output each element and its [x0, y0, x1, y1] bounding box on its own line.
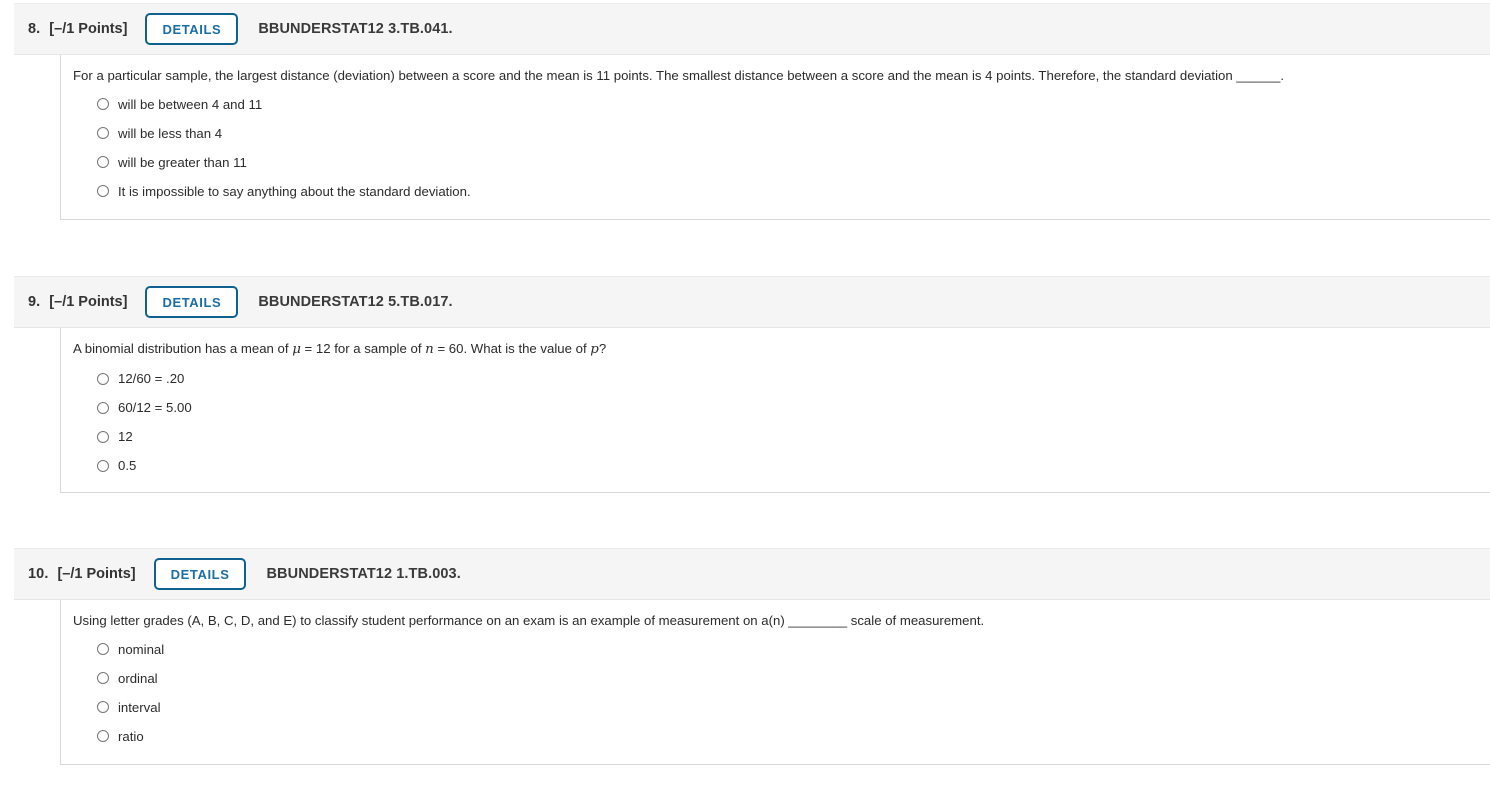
question-code: BBUNDERSTAT12 1.TB.003. [266, 566, 461, 582]
question-points: [–/1 Points] [57, 566, 136, 582]
option-label[interactable]: ordinal [118, 671, 158, 686]
answer-options: nominal ordinal interval ratio [73, 635, 1490, 751]
option-label[interactable]: 12 [118, 429, 133, 444]
assignment-page: 8. [–/1 Points] DETAILS BBUNDERSTAT12 3.… [0, 0, 1490, 791]
option-row[interactable]: interval [73, 693, 1490, 722]
radio-button[interactable] [97, 643, 109, 656]
prompt-segment: scale of measurement. [847, 613, 985, 628]
prompt-segment: = 60. What is the value of [433, 341, 591, 356]
prompt-segment: . [1280, 68, 1285, 83]
option-row[interactable]: It is impossible to say anything about t… [73, 177, 1490, 206]
option-label[interactable]: will be less than 4 [118, 126, 222, 141]
radio-button[interactable] [97, 401, 109, 414]
option-row[interactable]: will be between 4 and 11 [73, 90, 1490, 119]
radio-button[interactable] [97, 430, 109, 443]
radio-button[interactable] [97, 701, 109, 714]
option-label[interactable]: ratio [118, 729, 144, 744]
option-row[interactable]: ordinal [73, 664, 1490, 693]
question-prompt: For a particular sample, the largest dis… [73, 67, 1490, 85]
prompt-blank: ______ [1236, 68, 1281, 83]
option-label[interactable]: will be greater than 11 [118, 155, 247, 170]
question-body: A binomial distribution has a mean of μ … [60, 328, 1490, 493]
prompt-blank: ________ [788, 613, 848, 628]
option-label[interactable]: 0.5 [118, 458, 136, 473]
question-body: For a particular sample, the largest dis… [60, 55, 1490, 220]
prompt-segment: Using letter grades (A, B, C, D, and E) … [73, 613, 789, 628]
radio-button[interactable] [97, 98, 109, 111]
option-label[interactable]: interval [118, 700, 161, 715]
prompt-segment: For a particular sample, the largest dis… [73, 68, 1237, 83]
details-button[interactable]: DETAILS [145, 13, 239, 45]
question-block: 10. [–/1 Points] DETAILS BBUNDERSTAT12 1… [0, 548, 1490, 765]
option-label[interactable]: It is impossible to say anything about t… [118, 184, 471, 199]
prompt-segment: ? [598, 341, 607, 356]
option-row[interactable]: 12 [73, 422, 1490, 451]
option-row[interactable]: will be less than 4 [73, 119, 1490, 148]
details-button[interactable]: DETAILS [145, 286, 239, 318]
question-prompt: A binomial distribution has a mean of μ … [73, 340, 1490, 359]
question-points: [–/1 Points] [49, 294, 128, 310]
radio-button[interactable] [97, 672, 109, 685]
option-label[interactable]: 12/60 = .20 [118, 371, 184, 386]
radio-button[interactable] [97, 156, 109, 169]
option-row[interactable]: 12/60 = .20 [73, 364, 1490, 393]
option-label[interactable]: 60/12 = 5.00 [118, 400, 192, 415]
question-code: BBUNDERSTAT12 3.TB.041. [258, 21, 453, 37]
prompt-segment: = 12 for a sample of [300, 341, 426, 356]
option-row[interactable]: 0.5 [73, 451, 1490, 480]
option-row[interactable]: 60/12 = 5.00 [73, 393, 1490, 422]
radio-button[interactable] [97, 185, 109, 198]
question-number: 8. [28, 21, 41, 37]
answer-options: will be between 4 and 11 will be less th… [73, 90, 1490, 206]
radio-button[interactable] [97, 372, 109, 385]
question-points: [–/1 Points] [49, 21, 128, 37]
question-body: Using letter grades (A, B, C, D, and E) … [60, 600, 1490, 765]
option-row[interactable]: nominal [73, 635, 1490, 664]
math-symbol-n: n [425, 342, 434, 357]
question-number: 10. [28, 566, 49, 582]
radio-button[interactable] [97, 127, 109, 140]
option-label[interactable]: will be between 4 and 11 [118, 97, 262, 112]
answer-options: 12/60 = .20 60/12 = 5.00 12 0.5 [73, 364, 1490, 480]
question-prompt: Using letter grades (A, B, C, D, and E) … [73, 612, 1490, 630]
math-symbol-mu: μ [292, 342, 301, 357]
question-block: 9. [–/1 Points] DETAILS BBUNDERSTAT12 5.… [0, 276, 1490, 493]
question-header: 10. [–/1 Points] DETAILS BBUNDERSTAT12 1… [14, 548, 1490, 600]
math-symbol-p: p [590, 342, 599, 357]
question-number: 9. [28, 294, 41, 310]
option-label[interactable]: nominal [118, 642, 164, 657]
option-row[interactable]: will be greater than 11 [73, 148, 1490, 177]
option-row[interactable]: ratio [73, 722, 1490, 751]
radio-button[interactable] [97, 459, 109, 472]
prompt-segment: A binomial distribution has a mean of [73, 341, 293, 356]
radio-button[interactable] [97, 730, 109, 743]
question-block: 8. [–/1 Points] DETAILS BBUNDERSTAT12 3.… [0, 3, 1490, 220]
question-code: BBUNDERSTAT12 5.TB.017. [258, 294, 453, 310]
details-button[interactable]: DETAILS [153, 558, 247, 590]
question-header: 9. [–/1 Points] DETAILS BBUNDERSTAT12 5.… [14, 276, 1490, 328]
question-header: 8. [–/1 Points] DETAILS BBUNDERSTAT12 3.… [14, 3, 1490, 55]
